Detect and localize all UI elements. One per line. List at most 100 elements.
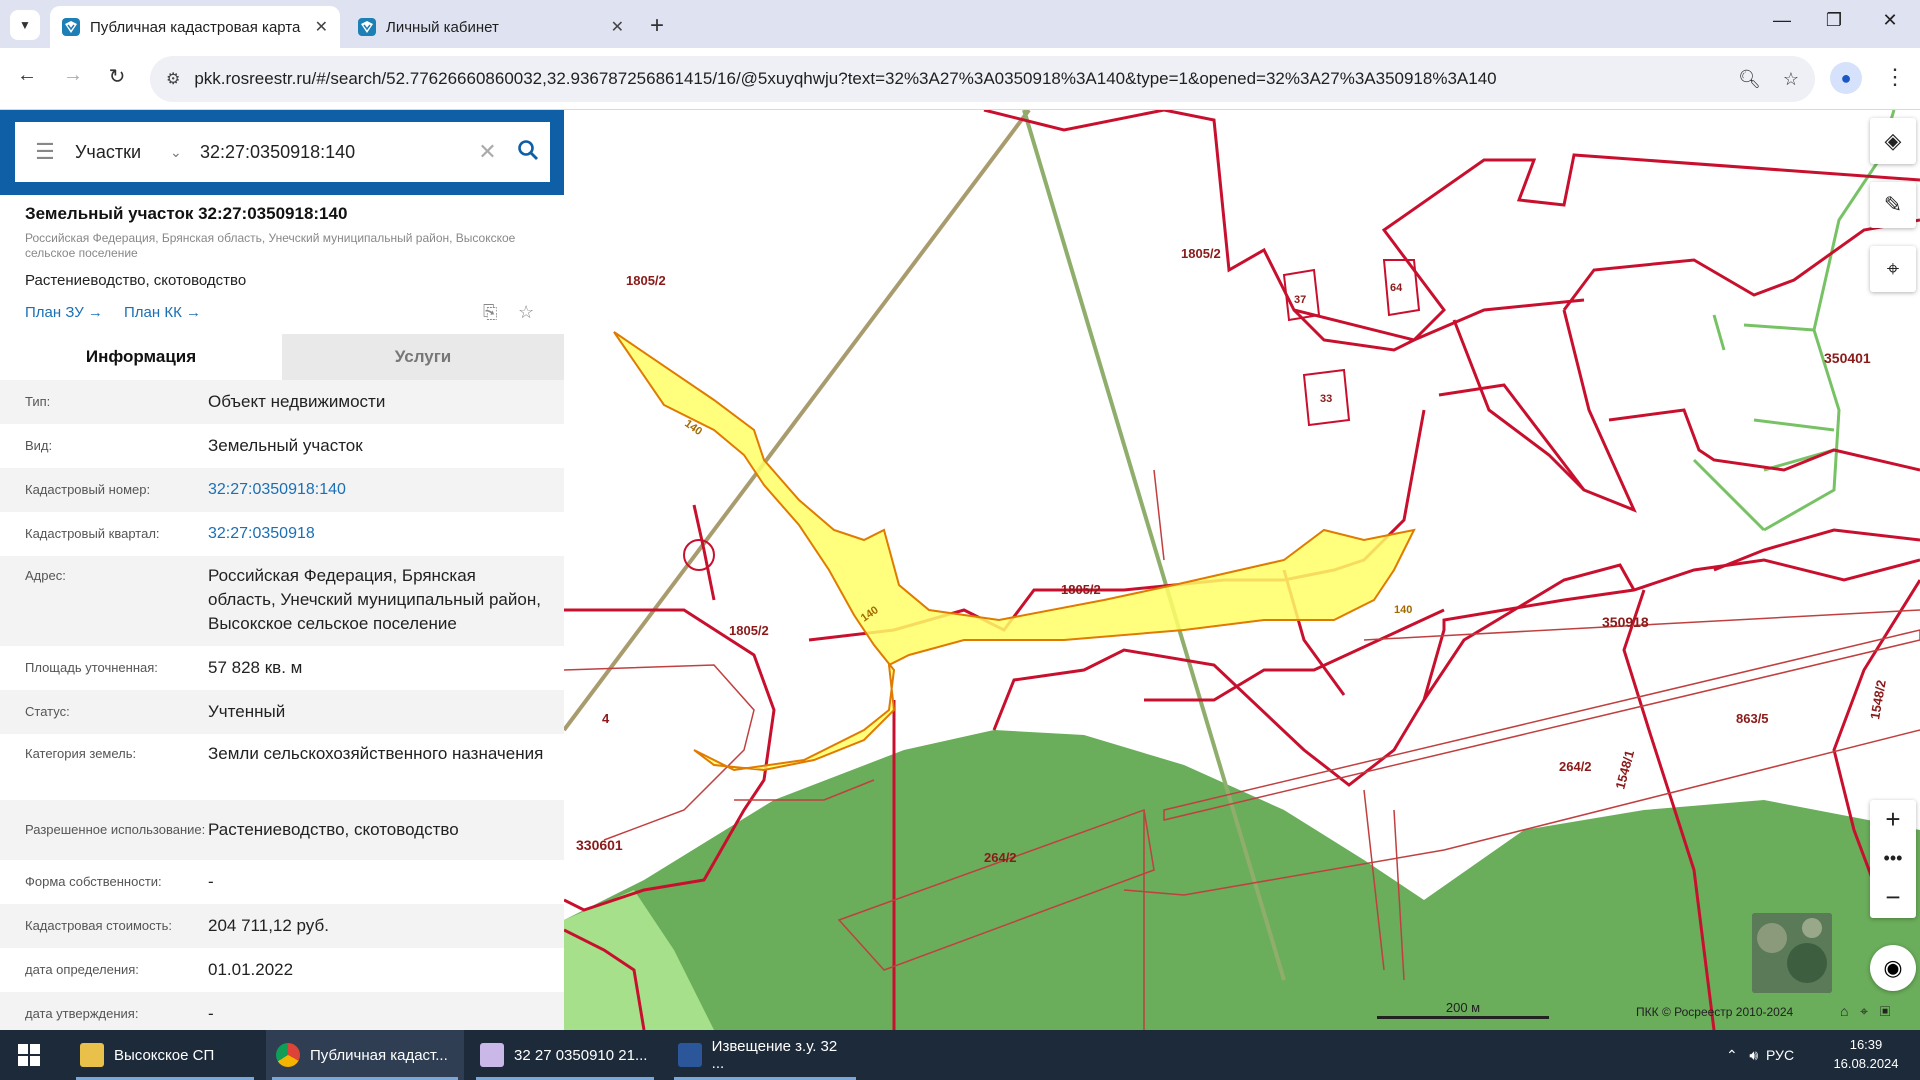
address-bar[interactable]: ⚙ pkk.rosreestr.ru/#/search/52.776266608… bbox=[150, 56, 1815, 102]
search-button[interactable] bbox=[505, 139, 550, 166]
chevron-down-icon[interactable]: ⌄ bbox=[170, 144, 200, 161]
map-label: 1805/2 bbox=[1181, 246, 1221, 261]
word-icon bbox=[678, 1043, 702, 1067]
rosreestr-favicon-icon bbox=[358, 18, 376, 36]
attr-key: Кадастровый квартал: bbox=[25, 526, 160, 541]
search-icon bbox=[517, 139, 538, 160]
map-label: 140 bbox=[1394, 604, 1412, 616]
language-indicator[interactable]: РУС bbox=[1766, 1047, 1794, 1063]
attr-key: Форма собственности: bbox=[25, 874, 162, 889]
map-label: 863/5 bbox=[1736, 711, 1769, 726]
person-icon: ● bbox=[1840, 67, 1852, 88]
attr-value: Российская Федерация, Брянская область, … bbox=[208, 566, 541, 633]
url-text[interactable]: pkk.rosreestr.ru/#/search/52.77626660860… bbox=[194, 69, 1716, 89]
satellite-basemap-thumbnail[interactable] bbox=[1752, 913, 1832, 993]
attr-value: 57 828 кв. м bbox=[208, 658, 303, 677]
search-input[interactable] bbox=[200, 141, 470, 163]
attr-row: Тип: Объект недвижимости bbox=[0, 380, 564, 424]
measure-button[interactable]: ✎ bbox=[1870, 182, 1916, 228]
clear-icon[interactable]: ✕ bbox=[470, 139, 505, 165]
clock-date: 16.08.2024 bbox=[1833, 1056, 1899, 1071]
map-label: 4 bbox=[602, 711, 610, 726]
reload-button[interactable]: ↻ bbox=[102, 64, 132, 89]
profile-avatar[interactable]: ● bbox=[1830, 62, 1862, 94]
attr-value: Земли сельскохозяйственного назначения bbox=[208, 744, 544, 763]
new-tab-button[interactable]: + bbox=[650, 12, 664, 40]
back-button[interactable]: ← bbox=[12, 64, 42, 87]
map-canvas[interactable]: 1805/2 1805/2 1805/2 1805/2 64 37 33 350… bbox=[564, 110, 1920, 1030]
taskbar-item-chrome[interactable]: Публичная кадаст... bbox=[266, 1030, 464, 1080]
menu-icon[interactable]: ☰ bbox=[15, 139, 75, 165]
arrow-right-icon: → bbox=[63, 64, 83, 86]
info-panel: ☰ Участки ⌄ ✕ Земельный участок 32:27:03… bbox=[0, 110, 564, 1030]
panel-tabs: Информация Услуги bbox=[0, 334, 564, 380]
zoom-icon[interactable]: 🔍︎ bbox=[1738, 69, 1761, 90]
attr-row: Форма собственности: - bbox=[0, 860, 564, 904]
taskbar-item-word[interactable]: Извещение з.у. 32 ... bbox=[668, 1030, 862, 1080]
chevron-up-icon[interactable]: ⌃ bbox=[1726, 1047, 1738, 1064]
locate-button[interactable]: ⌖ bbox=[1870, 246, 1916, 292]
search-type-select[interactable]: Участки bbox=[75, 142, 170, 163]
fullscreen-icon[interactable]: ▣ bbox=[1880, 1003, 1891, 1019]
restore-button[interactable]: ❐ bbox=[1814, 10, 1854, 31]
browser-menu-button[interactable]: ⋮ bbox=[1884, 64, 1906, 90]
windows-start-icon[interactable] bbox=[18, 1044, 40, 1066]
ruler-icon: ✎ bbox=[1883, 192, 1903, 217]
map-label: 264/2 bbox=[1559, 759, 1592, 774]
map-label: 264/2 bbox=[984, 850, 1017, 865]
object-usage: Растениеводство, скотоводство bbox=[25, 272, 247, 289]
chrome-icon bbox=[276, 1043, 300, 1067]
favorite-star-icon[interactable]: ☆ bbox=[518, 302, 534, 323]
selected-parcel-140[interactable] bbox=[613, 331, 1416, 772]
object-title: Земельный участок 32:27:0350918:140 bbox=[25, 204, 348, 223]
map-label: 350401 bbox=[1824, 350, 1871, 366]
attr-key: Площадь уточненная: bbox=[25, 660, 158, 675]
close-icon[interactable]: ✕ bbox=[315, 17, 328, 37]
windows-taskbar: Высокское СП Публичная кадаст... 32 27 0… bbox=[0, 1030, 1920, 1080]
taskbar-item-explorer[interactable]: Высокское СП bbox=[70, 1030, 260, 1080]
zoom-out-button[interactable]: − bbox=[1870, 878, 1916, 917]
clock[interactable]: 16:39 16.08.2024 bbox=[1826, 1035, 1906, 1073]
taskbar-item-label: 32 27 0350910 21... bbox=[514, 1046, 648, 1064]
cadastral-map[interactable]: 1805/2 1805/2 1805/2 1805/2 64 37 33 350… bbox=[564, 110, 1920, 1030]
plan-zu-link[interactable]: План ЗУ → bbox=[25, 304, 103, 321]
window-close-button[interactable]: ✕ bbox=[1870, 10, 1910, 31]
close-icon[interactable]: ✕ bbox=[611, 17, 624, 37]
minimize-button[interactable]: — bbox=[1762, 10, 1802, 31]
map-label: 1805/2 bbox=[626, 273, 666, 288]
attr-row: Разрешенное использование: Растениеводств… bbox=[0, 800, 564, 860]
attr-key: Адрес: bbox=[25, 568, 66, 583]
collapse-panel-button[interactable]: ‹ bbox=[566, 142, 572, 163]
plan-kk-link[interactable]: План КК → bbox=[124, 304, 201, 321]
forward-button[interactable]: → bbox=[58, 64, 88, 87]
site-info-icon[interactable]: ⚙ bbox=[166, 69, 180, 89]
attr-row: Категория земель: Земли сельскохозяйствен… bbox=[0, 734, 564, 800]
layers-button[interactable]: ◈ bbox=[1870, 118, 1916, 164]
attr-key: Статус: bbox=[25, 704, 70, 719]
cadastral-quarter-link[interactable]: 32:27:0350918 bbox=[208, 522, 564, 546]
map-label: 350918 bbox=[1602, 614, 1649, 630]
taskbar-item-paint[interactable]: 32 27 0350910 21... bbox=[470, 1030, 660, 1080]
attr-row: Кадастровый квартал: 32:27:0350918 bbox=[0, 512, 564, 556]
zoom-in-button[interactable]: + bbox=[1870, 800, 1916, 839]
attr-value: Учтенный bbox=[208, 702, 286, 721]
tab-list-button[interactable]: ▼ bbox=[10, 10, 40, 40]
compass-icon: ◉ bbox=[1883, 955, 1903, 980]
more-button[interactable]: ••• bbox=[1870, 839, 1916, 878]
document-search-icon[interactable]: ⎘ bbox=[483, 302, 497, 323]
search-box: ☰ Участки ⌄ ✕ bbox=[15, 122, 550, 182]
cadastral-number-link[interactable]: 32:27:0350918:140 bbox=[208, 478, 564, 502]
home-icon[interactable]: ⌂ bbox=[1840, 1003, 1848, 1019]
folder-icon bbox=[80, 1043, 104, 1067]
attr-value: 01.01.2022 bbox=[208, 960, 294, 979]
tab-pkk[interactable]: Публичная кадастровая карта ✕ bbox=[50, 6, 340, 48]
tab-cabinet[interactable]: Личный кабинет ✕ bbox=[346, 6, 636, 48]
speaker-icon[interactable]: 🔊︎ bbox=[1749, 1047, 1758, 1064]
compass-button[interactable]: ◉ bbox=[1870, 945, 1916, 991]
attr-row: дата определения: 01.01.2022 bbox=[0, 948, 564, 992]
locate-small-icon[interactable]: ⌖ bbox=[1860, 1003, 1868, 1019]
tab-services[interactable]: Услуги bbox=[282, 334, 564, 380]
bookmark-star-icon[interactable]: ☆ bbox=[1783, 69, 1799, 90]
tab-info[interactable]: Информация bbox=[0, 334, 282, 380]
attr-value: Растениеводство, скотоводство bbox=[208, 820, 459, 839]
